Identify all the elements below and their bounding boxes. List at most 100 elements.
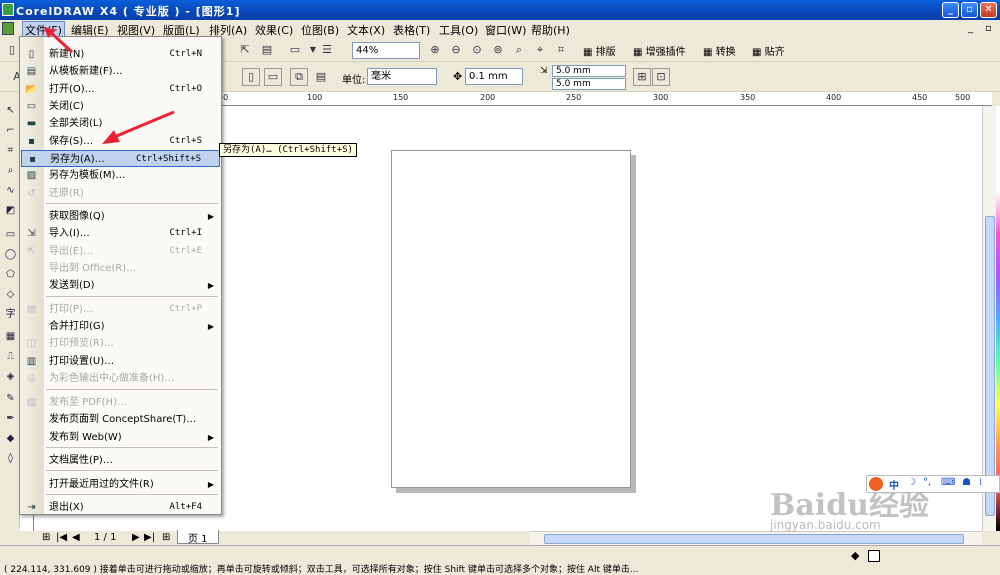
minimize-button[interactable]: _ xyxy=(942,2,959,18)
menu-bitmap[interactable]: 位图(B) xyxy=(301,22,339,38)
file-menu-item[interactable]: ⇲ 导入(I)… Ctrl+I xyxy=(21,225,220,242)
pick-tool-icon[interactable]: ↖ xyxy=(3,104,18,119)
file-menu-item[interactable]: 合并打印(G) ▶ xyxy=(21,318,220,335)
freehand-tool-icon[interactable]: ∿ xyxy=(3,184,18,199)
maximize-button[interactable]: ▫ xyxy=(961,2,978,18)
connector-tool-icon[interactable]: ⎍ xyxy=(3,350,18,365)
ime-toolbar[interactable]: 中 ☽ °, ⌨ ☗ ⁞ xyxy=(866,475,1000,493)
duplicate-y-input[interactable]: 5.0 mm xyxy=(552,78,626,90)
zoom-height-icon[interactable]: ⌗ xyxy=(552,41,570,59)
basic-shapes-icon[interactable]: ◇ xyxy=(3,288,18,303)
duplicate-x-input[interactable]: 5.0 mm xyxy=(552,65,626,77)
app-icon xyxy=(2,3,14,16)
publish-icon[interactable]: ▤ xyxy=(258,41,276,59)
table-tool-icon[interactable]: ▦ xyxy=(3,330,18,345)
all-pages-icon[interactable]: ⧉ xyxy=(290,68,308,86)
file-menu-item[interactable]: 发布页面到 ConceptShare(T)… xyxy=(21,411,220,428)
doc-icon xyxy=(2,22,14,35)
vertical-scrollbar[interactable] xyxy=(982,106,996,531)
options-icon[interactable]: ⊡ xyxy=(652,68,670,86)
portrait-icon[interactable]: ▯ xyxy=(242,68,260,86)
menu-icon[interactable]: ⁞ xyxy=(979,477,982,488)
polygon-tool-icon[interactable]: ⬠ xyxy=(3,268,18,283)
zoom-tool-icon[interactable]: ⌕ xyxy=(3,164,18,179)
zoom-selected-icon[interactable]: ⊙ xyxy=(468,41,486,59)
rectangle-tool-icon[interactable]: ▭ xyxy=(3,228,18,243)
tab-page-1[interactable]: 页 1 xyxy=(177,530,219,545)
text-tool-icon[interactable]: 字 xyxy=(3,308,18,323)
document-page[interactable] xyxy=(391,150,631,488)
file-menu-item[interactable]: 📂 打开(O)… Ctrl+O xyxy=(21,81,220,98)
file-menu-item: ◎ 为彩色输出中心做准备(H)… xyxy=(21,370,220,387)
crop-tool-icon[interactable]: ⌗ xyxy=(3,144,18,159)
smart-fill-icon[interactable]: ◩ xyxy=(3,204,18,219)
unit-select[interactable]: 毫米 xyxy=(367,68,437,85)
zoom-page-icon[interactable]: ⌕ xyxy=(510,41,528,59)
file-menu-item[interactable]: ▥ 打印设置(U)… xyxy=(21,353,220,370)
snap-objects-icon[interactable]: ⊞ xyxy=(633,68,651,86)
blend-tool-icon[interactable]: ◈ xyxy=(3,370,18,385)
skin-icon[interactable]: ☗ xyxy=(962,477,971,488)
file-menu-item[interactable]: 获取图像(Q) ▶ xyxy=(21,208,220,225)
file-menu-item[interactable]: 文档属性(P)… xyxy=(21,452,220,469)
fill-tool-icon[interactable]: ◆ xyxy=(3,432,18,447)
ime-mode-label[interactable]: 中 xyxy=(889,477,899,492)
layout-button[interactable]: ▦ 排版 xyxy=(583,43,616,58)
scroll-thumb[interactable] xyxy=(544,534,964,544)
first-page-icon[interactable]: |◀ xyxy=(56,532,67,543)
convert-button[interactable]: ▦ 转换 xyxy=(703,43,736,58)
file-menu-item[interactable]: 发送到(D) ▶ xyxy=(21,277,220,294)
file-menu-item[interactable]: ▪ 另存为(A)… Ctrl+Shift+S xyxy=(21,150,220,167)
prev-page-icon[interactable]: ◀ xyxy=(72,532,80,543)
file-menu-item: ▧ 发布至 PDF(H)… xyxy=(21,394,220,411)
menu-text[interactable]: 文本(X) xyxy=(347,22,385,38)
app-launcher-icon[interactable]: ▭ xyxy=(286,41,304,59)
color-palette[interactable] xyxy=(996,106,1000,531)
menu-table[interactable]: 表格(T) xyxy=(393,22,430,38)
add-page-icon[interactable]: ⊞ xyxy=(42,532,50,543)
file-menu-item[interactable]: ▤ 从模板新建(F)… xyxy=(21,63,220,80)
ruler-tick: 400 xyxy=(826,93,842,102)
zoom-select[interactable]: 44% xyxy=(352,42,420,59)
eyedropper-icon[interactable]: ✎ xyxy=(3,392,18,407)
shape-tool-icon[interactable]: ⌐ xyxy=(3,124,18,139)
menu-help[interactable]: 帮助(H) xyxy=(531,22,570,38)
import-icon: ⇲ xyxy=(27,228,36,239)
doc-minimize-icon[interactable]: _ xyxy=(968,23,973,34)
doc-restore-icon[interactable]: ▫ xyxy=(985,23,992,34)
interactive-fill-icon[interactable]: ◊ xyxy=(3,452,18,467)
welcome-icon[interactable]: ☰ xyxy=(318,41,336,59)
horizontal-scrollbar[interactable] xyxy=(530,531,982,545)
add-page-end-icon[interactable]: ⊞ xyxy=(162,532,170,543)
zoom-width-icon[interactable]: ⌖ xyxy=(531,41,549,59)
file-menu-item[interactable]: 打开最近用过的文件(R) ▶ xyxy=(21,476,220,493)
file-menu-item[interactable]: ▨ 另存为模板(M)… xyxy=(21,167,220,184)
punct-icon[interactable]: °, xyxy=(923,477,931,488)
toolbox: ↖ ⌐ ⌗ ⌕ ∿ ◩ ▭ ◯ ⬠ ◇ 字 ▦ ⎍ ◈ ✎ ✒ ◆ ◊ xyxy=(0,98,20,528)
current-page-icon[interactable]: ▤ xyxy=(312,68,330,86)
nudge-input[interactable]: 0.1 mm xyxy=(465,68,523,85)
menu-item-label: 打印(P)… xyxy=(49,304,93,315)
landscape-icon[interactable]: ▭ xyxy=(264,68,282,86)
menu-effects[interactable]: 效果(C) xyxy=(255,22,293,38)
file-menu-item[interactable]: ⇥ 退出(X) Alt+F4 xyxy=(21,499,220,516)
zoom-in-icon[interactable]: ⊕ xyxy=(426,41,444,59)
plugin-button[interactable]: ▦ 增强插件 xyxy=(633,43,686,58)
zoom-out-icon[interactable]: ⊖ xyxy=(447,41,465,59)
ellipse-tool-icon[interactable]: ◯ xyxy=(3,248,18,263)
keyboard-icon[interactable]: ⌨ xyxy=(941,477,955,488)
file-menu-item: 导出到 Office(R)… xyxy=(21,260,220,277)
file-menu-item[interactable]: 发布到 Web(W) ▶ xyxy=(21,429,220,446)
layout-icon: ▦ xyxy=(583,47,596,58)
outline-pen-icon[interactable]: ✒ xyxy=(3,412,18,427)
menu-tools[interactable]: 工具(O) xyxy=(439,22,478,38)
last-page-icon[interactable]: ▶| xyxy=(144,532,155,543)
scroll-thumb[interactable] xyxy=(985,216,995,516)
zoom-all-icon[interactable]: ⊚ xyxy=(489,41,507,59)
moon-icon[interactable]: ☽ xyxy=(907,477,916,488)
next-page-icon[interactable]: ▶ xyxy=(132,532,140,543)
align-button[interactable]: ▦ 贴齐 xyxy=(752,43,785,58)
close-button[interactable]: ✕ xyxy=(980,2,997,18)
menu-window[interactable]: 窗口(W) xyxy=(485,22,526,38)
export-icon[interactable]: ⇱ xyxy=(236,41,254,59)
